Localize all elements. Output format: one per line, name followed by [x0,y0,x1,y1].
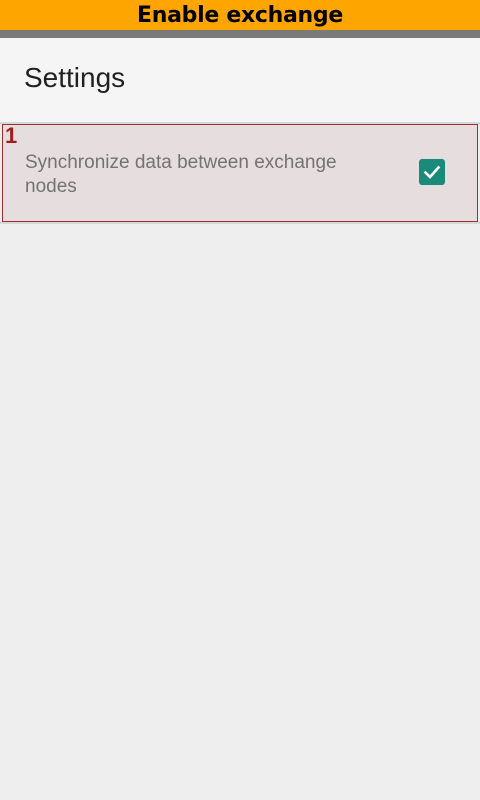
app-toolbar: Settings [0,38,480,122]
top-banner: Enable exchange [0,0,480,30]
sync-nodes-checkbox[interactable] [419,159,445,185]
preference-summary: Synchronize data between exchange nodes [25,152,337,197]
element-index-label: 1 [5,123,18,148]
check-icon [423,165,441,179]
page-title: Settings [24,62,126,93]
preference-item-sync-nodes[interactable]: 1 Synchronize data between exchange node… [2,123,478,222]
banner-divider [0,30,480,38]
list-divider-bottom [0,222,480,224]
banner-title: Enable exchange [137,2,343,28]
